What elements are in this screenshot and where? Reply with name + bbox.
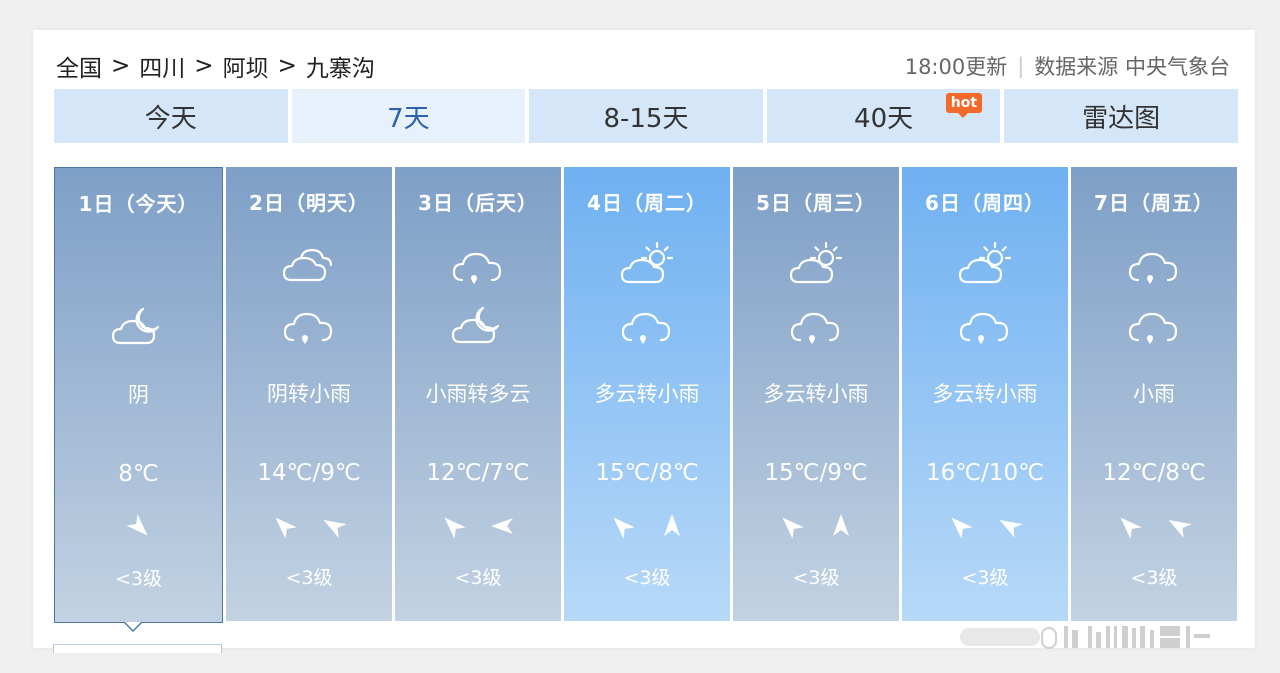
hot-badge: hot xyxy=(945,93,983,118)
temperature-range: 12℃/8℃ xyxy=(1102,460,1206,486)
wind-level: <3级 xyxy=(792,567,840,589)
day-card[interactable]: 6日（周四） 多云转小雨 16℃/10℃ <3级 xyxy=(902,167,1068,621)
tab-40-days[interactable]: 40天 hot xyxy=(766,89,1001,143)
partly-sunny-icon xyxy=(619,240,675,288)
watermark xyxy=(960,626,1210,649)
forecast-tabs: 今天 7天 8-15天 40天 hot 雷达图 xyxy=(54,89,1238,143)
breadcrumb-separator: > xyxy=(194,53,214,79)
tab-7-days[interactable]: 7天 xyxy=(291,89,526,143)
wind-level: <3级 xyxy=(623,567,671,589)
tab-today[interactable]: 今天 xyxy=(54,89,288,143)
rain-icon xyxy=(450,240,506,288)
meta-divider: | xyxy=(1017,54,1025,78)
breadcrumb-item-prefecture[interactable]: 阿坝 xyxy=(223,49,269,83)
rain-icon xyxy=(619,300,675,348)
day-card[interactable]: 5日（周三） 多云转小雨 15℃/9℃ <3级 xyxy=(733,167,899,621)
day-date: 4日（周二） xyxy=(587,191,707,215)
day-date: 5日（周三） xyxy=(756,191,876,215)
temperature-range: 14℃/9℃ xyxy=(257,460,361,486)
wind-direction-icon xyxy=(1165,512,1193,540)
day-card[interactable]: 1日（今天） 阴 8℃ <3级 xyxy=(54,167,223,623)
wind-direction-icon xyxy=(777,512,805,540)
overcast-icon xyxy=(281,240,337,288)
tab-label: 今天 xyxy=(144,103,197,134)
partly-sunny-icon xyxy=(788,240,844,288)
wind-direction-icon xyxy=(996,512,1024,540)
day-date: 6日（周四） xyxy=(925,191,1045,215)
wind-direction-icon xyxy=(489,512,517,540)
breadcrumb-item-province[interactable]: 四川 xyxy=(139,49,185,83)
wind-level: <3级 xyxy=(1130,567,1178,589)
temperature-range: 15℃/9℃ xyxy=(764,460,868,486)
wind-direction-icon xyxy=(320,512,348,540)
wind-level: <3级 xyxy=(285,567,333,589)
rain-icon xyxy=(1126,300,1182,348)
rain-icon xyxy=(1126,240,1182,288)
wind-direction-group xyxy=(1071,512,1237,540)
wind-direction-icon xyxy=(1115,512,1143,540)
weather-description: 阴转小雨 xyxy=(267,382,351,406)
wind-direction-icon xyxy=(270,512,298,540)
day-card[interactable]: 4日（周二） 多云转小雨 15℃/8℃ <3级 xyxy=(564,167,730,621)
weather-description: 多云转小雨 xyxy=(594,382,700,406)
weather-description: 阴 xyxy=(128,383,149,407)
breadcrumb-item-city: 九寨沟 xyxy=(305,56,375,82)
temperature-range: 15℃/8℃ xyxy=(595,460,699,486)
selected-day-pointer-inner xyxy=(125,622,141,630)
tab-label: 雷达图 xyxy=(1082,103,1161,134)
breadcrumb-separator: > xyxy=(277,53,297,79)
day-card[interactable]: 3日（后天） 小雨转多云 12℃/7℃ <3级 xyxy=(395,167,561,621)
weather-description: 多云转小雨 xyxy=(763,382,869,406)
wind-direction-group xyxy=(902,512,1068,540)
wind-level: <3级 xyxy=(961,567,1009,589)
partly-sunny-icon xyxy=(957,240,1013,288)
tab-label: 8-15天 xyxy=(603,103,689,134)
day-date: 3日（后天） xyxy=(418,191,538,215)
weather-description: 小雨转多云 xyxy=(425,382,531,406)
wind-direction-group xyxy=(55,513,222,541)
day-cards: 1日（今天） 阴 8℃ <3级 2日（明天） 阴转小雨 14℃/9℃ <3级 3日（后天） 小雨转… xyxy=(54,167,1238,623)
detail-panel-edge xyxy=(53,644,222,653)
temperature-range: 8℃ xyxy=(118,461,159,487)
wind-direction-icon xyxy=(658,512,686,540)
wind-direction-icon xyxy=(125,513,153,541)
day-card[interactable]: 2日（明天） 阴转小雨 14℃/9℃ <3级 xyxy=(226,167,392,621)
weather-description: 多云转小雨 xyxy=(932,382,1038,406)
day-date: 7日（周五） xyxy=(1094,191,1214,215)
wind-level: <3级 xyxy=(454,567,502,589)
data-source: 数据来源 中央气象台 xyxy=(1034,55,1230,79)
wind-direction-icon xyxy=(946,512,974,540)
wind-level: <3级 xyxy=(114,568,162,590)
wind-direction-icon xyxy=(827,512,855,540)
breadcrumb-item-country[interactable]: 全国 xyxy=(56,49,102,83)
tab-radar[interactable]: 雷达图 xyxy=(1004,89,1238,143)
cloud-moon-icon xyxy=(450,300,506,348)
update-info: 18:00更新 | 数据来源 中央气象台 xyxy=(905,50,1230,82)
update-time: 18:00更新 xyxy=(904,55,1008,79)
rain-icon xyxy=(281,300,337,348)
wind-direction-group xyxy=(395,512,561,540)
breadcrumb-separator: > xyxy=(111,53,131,79)
tab-label: 40天 xyxy=(854,103,914,134)
wind-direction-group xyxy=(564,512,730,540)
wind-direction-icon xyxy=(608,512,636,540)
wind-direction-icon xyxy=(439,512,467,540)
wind-direction-group xyxy=(226,512,392,540)
tab-label: 7天 xyxy=(387,103,430,134)
day-card[interactable]: 7日（周五） 小雨 12℃/8℃ <3级 xyxy=(1071,167,1237,621)
wind-direction-group xyxy=(733,512,899,540)
day-date: 1日（今天） xyxy=(78,192,199,216)
tab-8-15-days[interactable]: 8-15天 xyxy=(529,89,763,143)
temperature-range: 16℃/10℃ xyxy=(926,460,1044,486)
cloud-moon-icon xyxy=(110,301,166,349)
day-date: 2日（明天） xyxy=(249,191,369,215)
rain-icon xyxy=(788,300,844,348)
weather-description: 小雨 xyxy=(1133,382,1175,406)
rain-icon xyxy=(957,300,1013,348)
breadcrumb: 全国 > 四川 > 阿坝 > 九寨沟 xyxy=(56,50,375,82)
temperature-range: 12℃/7℃ xyxy=(426,460,530,486)
